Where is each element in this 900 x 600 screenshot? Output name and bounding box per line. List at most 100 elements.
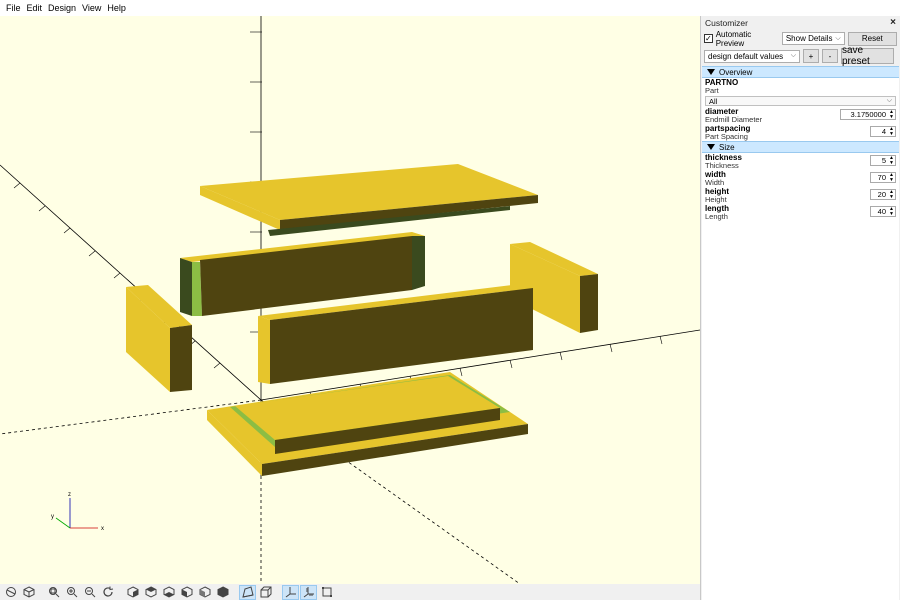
view-front-button[interactable] <box>196 585 213 600</box>
param-width: width Width 70 ▲ ▼ <box>702 170 899 187</box>
customizer-title: Customizer <box>705 17 748 28</box>
view-top-icon <box>145 586 156 598</box>
height-value: 20 <box>877 190 886 199</box>
parameter-list: Overview PARTNO Part All ⌵ diameter Endm… <box>702 66 899 600</box>
customizer-titlebar: Customizer × <box>701 16 900 29</box>
zoom-in-button[interactable] <box>63 585 80 600</box>
automatic-preview-checkbox[interactable]: ✓ <box>704 34 713 43</box>
spin-arrows-icon[interactable]: ▲ ▼ <box>889 156 894 166</box>
reset-button[interactable]: Reset <box>847 31 897 46</box>
height-spinbox[interactable]: 20 ▲ ▼ <box>870 189 896 200</box>
render-button[interactable] <box>20 585 37 600</box>
param-desc: Part <box>705 86 719 95</box>
orthogonal-icon <box>260 586 271 598</box>
chevron-down-icon: ⌵ <box>886 97 892 104</box>
length-value: 40 <box>877 207 886 216</box>
view-right-icon <box>127 586 138 598</box>
show-axes-button[interactable] <box>282 584 299 600</box>
zoom-out-button[interactable] <box>81 585 98 600</box>
menu-help[interactable]: Help <box>104 0 129 16</box>
view-all-icon <box>48 587 59 598</box>
width-value: 70 <box>877 173 886 182</box>
view-bottom-button[interactable] <box>160 585 177 600</box>
menu-bar: File Edit Design View Help <box>0 0 900 16</box>
view-right-button[interactable] <box>124 585 141 600</box>
preset-select[interactable]: design default values ⌵ <box>704 49 800 63</box>
thickness-value: 5 <box>881 156 886 165</box>
partno-select-value: All <box>709 96 718 106</box>
save-preset-button[interactable]: save preset <box>841 45 894 67</box>
length-spinbox[interactable]: 40 ▲ ▼ <box>870 206 896 217</box>
view-front-icon <box>199 586 210 598</box>
param-name: PARTNO <box>705 78 739 87</box>
view-all-button[interactable] <box>45 585 62 600</box>
preview-icon <box>5 587 16 597</box>
reset-view-button[interactable] <box>99 585 116 600</box>
partspacing-value: 4 <box>881 127 886 136</box>
menu-design[interactable]: Design <box>45 0 79 16</box>
show-scale-markers-button[interactable] <box>300 584 317 600</box>
chevron-down-icon: ⌵ <box>790 52 796 59</box>
view-back-button[interactable] <box>214 585 231 600</box>
section-size[interactable]: Size <box>702 141 899 153</box>
view-back-icon <box>217 586 228 598</box>
view-left-button[interactable] <box>178 585 195 600</box>
diameter-value: 3.1750000 <box>850 110 886 119</box>
view-left-icon <box>181 586 192 598</box>
3d-viewport[interactable]: z x y <box>0 16 700 584</box>
axis-z-label: z <box>68 492 71 498</box>
view-bottom-icon <box>163 586 174 598</box>
partno-select[interactable]: All ⌵ <box>705 96 896 106</box>
partspacing-spinbox[interactable]: 4 ▲ ▼ <box>870 126 896 137</box>
collapse-triangle-icon <box>707 144 715 150</box>
spin-arrows-icon[interactable]: ▲ ▼ <box>889 110 894 120</box>
close-icon[interactable]: × <box>890 17 896 28</box>
perspective-button[interactable] <box>239 584 256 600</box>
part-lid <box>200 164 538 236</box>
width-spinbox[interactable]: 70 ▲ ▼ <box>870 172 896 183</box>
menu-view[interactable]: View <box>79 0 104 16</box>
section-overview[interactable]: Overview <box>702 66 899 78</box>
menu-file[interactable]: File <box>3 0 24 16</box>
param-thickness: thickness Thickness 5 ▲ ▼ <box>702 153 899 170</box>
perspective-icon <box>241 586 254 598</box>
thickness-spinbox[interactable]: 5 ▲ ▼ <box>870 155 896 166</box>
show-axes-icon <box>285 587 296 598</box>
automatic-preview-label: Automatic Preview <box>715 29 752 48</box>
param-diameter: diameter Endmill Diameter 3.1750000 ▲ ▼ <box>702 107 899 124</box>
remove-preset-button[interactable]: - <box>822 49 838 63</box>
axis-gizmo: z x y <box>51 492 104 532</box>
reset-view-icon <box>102 586 113 597</box>
show-edges-button[interactable] <box>318 585 335 600</box>
collapse-triangle-icon <box>707 69 715 75</box>
zoom-in-icon <box>66 587 77 598</box>
spin-arrows-icon[interactable]: ▲ ▼ <box>889 190 894 200</box>
spin-arrows-icon[interactable]: ▲ ▼ <box>889 127 894 137</box>
customizer-panel: Customizer × ✓ Automatic Preview Show De… <box>700 16 900 600</box>
zoom-out-icon <box>84 587 95 598</box>
param-partspacing: partspacing Part Spacing 4 ▲ ▼ <box>702 124 899 141</box>
preset-select-value: design default values <box>708 51 784 61</box>
part-base <box>207 372 528 476</box>
menu-edit[interactable]: Edit <box>24 0 46 16</box>
spin-arrows-icon[interactable]: ▲ ▼ <box>889 173 894 183</box>
section-overview-title: Overview <box>719 67 753 77</box>
view-top-button[interactable] <box>142 585 159 600</box>
details-select[interactable]: Show Details ⌵ <box>781 32 845 45</box>
render-icon <box>23 586 34 598</box>
param-height: height Height 20 ▲ ▼ <box>702 187 899 204</box>
show-scale-markers-icon <box>303 587 314 598</box>
diameter-spinbox[interactable]: 3.1750000 ▲ ▼ <box>840 109 896 120</box>
chevron-down-icon: ⌵ <box>835 34 841 42</box>
spin-arrows-icon[interactable]: ▲ ▼ <box>889 207 894 217</box>
axis-y-label: y <box>51 514 54 520</box>
section-size-title: Size <box>719 142 735 152</box>
details-select-value: Show Details <box>785 34 833 43</box>
param-partno: PARTNO Part <box>702 78 899 95</box>
preview-button[interactable] <box>2 585 19 600</box>
add-preset-button[interactable]: + <box>803 49 819 63</box>
param-length: length Length 40 ▲ ▼ <box>702 204 899 221</box>
show-edges-icon <box>321 587 332 597</box>
axis-x-label: x <box>101 526 104 532</box>
orthogonal-button[interactable] <box>257 585 274 600</box>
